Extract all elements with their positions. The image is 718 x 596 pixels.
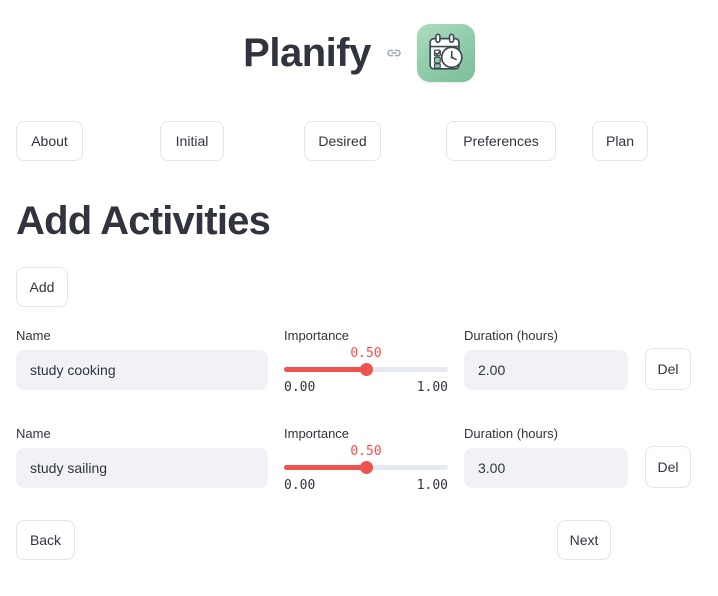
importance-label: Importance [284,426,350,441]
next-button[interactable]: Next [557,520,611,560]
duration-stepper: − + [464,350,628,390]
app-page: Planify About Initial Desired Preference… [0,0,718,596]
importance-value: 0.50 [350,346,382,361]
nav-button-initial[interactable]: Initial [160,121,224,161]
slider-track[interactable] [284,363,448,376]
slider-max-label: 1.00 [416,478,448,493]
importance-slider[interactable]: 0.50 0.00 1.00 [284,444,448,504]
name-label: Name [16,426,51,441]
slider-min-label: 0.00 [284,380,316,395]
importance-value: 0.50 [350,444,382,459]
nav-button-plan[interactable]: Plan [592,121,648,161]
duration-stepper: − + [464,448,628,488]
app-title: Planify [243,31,371,75]
slider-range: 0.00 1.00 [284,478,448,493]
link-icon[interactable] [385,44,403,62]
duration-input[interactable] [464,350,628,390]
slider-min-label: 0.00 [284,478,316,493]
duration-label: Duration (hours) [464,426,558,441]
activity-name-input[interactable] [16,448,268,488]
name-label: Name [16,328,51,343]
importance-slider[interactable]: 0.50 0.00 1.00 [284,346,448,406]
activity-row: Name Importance 0.50 0.00 1.00 Duration … [0,418,718,516]
nav-button-desired[interactable]: Desired [304,121,381,161]
page-title: Add Activities [16,199,271,243]
duration-input[interactable] [464,448,628,488]
nav-button-preferences[interactable]: Preferences [446,121,556,161]
delete-activity-button[interactable]: Del [645,348,691,390]
importance-label: Importance [284,328,350,343]
slider-thumb[interactable] [359,461,373,474]
back-button[interactable]: Back [16,520,75,560]
activity-row: Name Importance 0.50 0.00 1.00 Duration … [0,320,718,418]
nav-buttons: About Initial Desired Preferences Plan [0,120,718,164]
slider-thumb[interactable] [359,363,373,376]
slider-track[interactable] [284,461,448,474]
nav-button-about[interactable]: About [16,121,83,161]
calendar-clock-icon [416,24,475,82]
slider-max-label: 1.00 [416,380,448,395]
activity-name-input[interactable] [16,350,268,390]
app-header: Planify [0,0,718,84]
slider-fill [284,367,366,372]
slider-range: 0.00 1.00 [284,380,448,395]
slider-fill [284,465,366,470]
add-activity-button[interactable]: Add [16,267,68,307]
duration-label: Duration (hours) [464,328,558,343]
delete-activity-button[interactable]: Del [645,446,691,488]
